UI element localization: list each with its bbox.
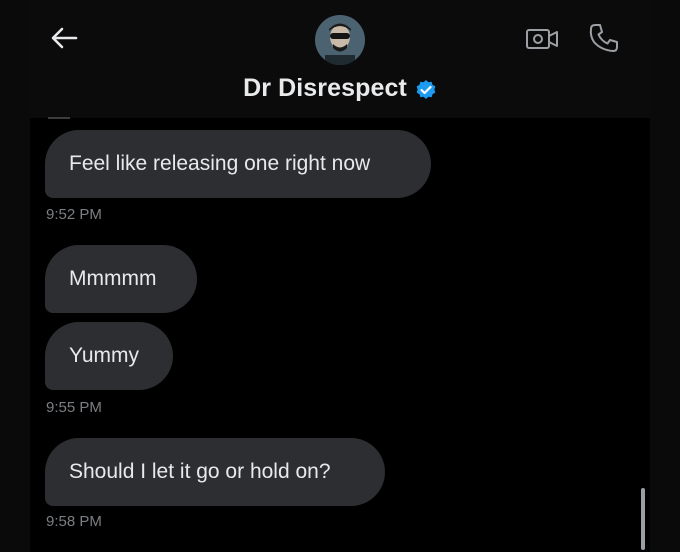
message-text: Feel like releasing one right now: [69, 152, 371, 175]
message-thread[interactable]: Feel like releasing one right now 9:52 P…: [30, 118, 650, 552]
verified-badge-icon: [416, 79, 436, 99]
left-frame-band: [0, 0, 30, 552]
video-call-button[interactable]: [524, 22, 562, 56]
message-bubble[interactable]: Should I let it go or hold on?: [45, 438, 385, 506]
message-timestamp: 9:58 PM: [46, 513, 102, 530]
conversation-title[interactable]: Dr Disrespect: [243, 74, 407, 103]
message-text: Yummy: [69, 344, 140, 367]
video-call-icon: [526, 29, 558, 49]
phone-icon: [589, 24, 618, 52]
voice-call-button[interactable]: [586, 20, 622, 56]
message-bubble[interactable]: Mmmmm: [45, 245, 197, 313]
message-bubble[interactable]: Yummy: [45, 322, 173, 390]
scrollbar-thumb[interactable]: [641, 488, 645, 550]
title-row: Dr Disrespect: [30, 74, 650, 103]
back-button[interactable]: [48, 22, 80, 54]
avatar[interactable]: [315, 15, 365, 65]
dm-conversation-screen: Dr Disrespect Feel like releasing one ri…: [0, 0, 680, 552]
message-text: Should I let it go or hold on?: [69, 460, 331, 483]
message-timestamp: 9:52 PM: [46, 206, 102, 223]
avatar-portrait-icon: [315, 15, 365, 65]
message-bubble[interactable]: Feel like releasing one right now: [45, 130, 431, 198]
message-text: Mmmmm: [69, 267, 157, 290]
message-timestamp: 9:55 PM: [46, 399, 102, 416]
right-frame-band: [650, 0, 680, 552]
conversation-header: Dr Disrespect: [30, 0, 650, 118]
back-arrow-icon: [51, 27, 78, 49]
